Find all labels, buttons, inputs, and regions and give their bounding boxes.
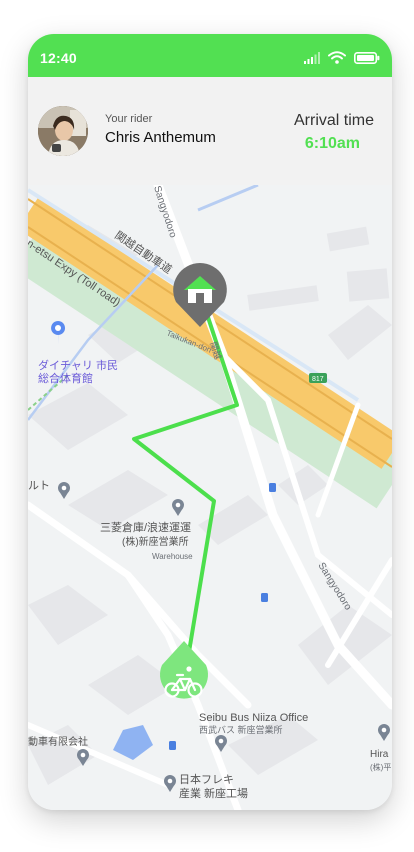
map-label-mitsubishi-2: (株)新座営業所: [122, 535, 189, 548]
place-marker-warehouse[interactable]: [172, 499, 184, 516]
rider-name: Chris Anthemum: [105, 129, 216, 146]
arrival-label: Arrival time: [293, 112, 374, 129]
place-marker-ruto[interactable]: [58, 482, 70, 499]
signal-icon: [304, 51, 320, 64]
bus-stop-icon: [269, 483, 276, 492]
rider-caption: Your rider: [105, 113, 153, 125]
map-label-seibu-2: 西武バス 新座営業所: [199, 724, 283, 735]
map-label-daichari-1: ダイチャリ 市民: [38, 358, 118, 372]
status-icons: [304, 51, 380, 64]
bus-stop-icon: [169, 741, 176, 750]
map-label-daichari-2: 総合体育館: [38, 371, 93, 385]
map-label-sangyodoro-top: Sangyodoro: [151, 185, 178, 240]
status-time: 12:40: [40, 50, 77, 66]
battery-icon: [354, 51, 380, 64]
phone-screen: 12:40 Your rider Chris Anthemum Arrival …: [28, 34, 392, 810]
map-label-mitsubishi-1: 三菱倉庫/浪速運運: [100, 520, 191, 534]
rider-header: Your rider Chris Anthemum Arrival time 6…: [28, 77, 392, 185]
place-marker-nihon[interactable]: [164, 775, 176, 792]
map-label-nihon-1: 日本フレキ: [179, 772, 234, 786]
map-canvas[interactable]: n-etsu Expy (Toll road) 関越自動車道 Sangyodor…: [28, 185, 392, 810]
map-label-hira-1: Hira: [370, 749, 389, 760]
map-label-seibu-1: Seibu Bus Niiza Office: [199, 712, 308, 724]
road-number: 817: [312, 376, 324, 383]
place-marker-hira[interactable]: [378, 724, 390, 741]
arrival-time: 6:10am: [304, 135, 360, 152]
map-label-ruto: ルト: [28, 480, 50, 492]
place-marker-bike[interactable]: [51, 321, 66, 345]
status-bar: 12:40: [28, 34, 392, 77]
wifi-icon: [328, 51, 346, 64]
avatar[interactable]: [38, 106, 88, 156]
bike-pin[interactable]: [160, 641, 208, 699]
map-label-nihon-2: 産業 新座工場: [179, 786, 248, 800]
map-label-jidousha: 動車有限会社: [28, 735, 88, 748]
map-label-warehouse: Warehouse: [152, 552, 193, 561]
map-label-hira-2: (株)平: [370, 762, 391, 772]
map-view[interactable]: n-etsu Expy (Toll road) 関越自動車道 Sangyodor…: [28, 185, 392, 810]
bus-stop-icon: [261, 593, 268, 602]
